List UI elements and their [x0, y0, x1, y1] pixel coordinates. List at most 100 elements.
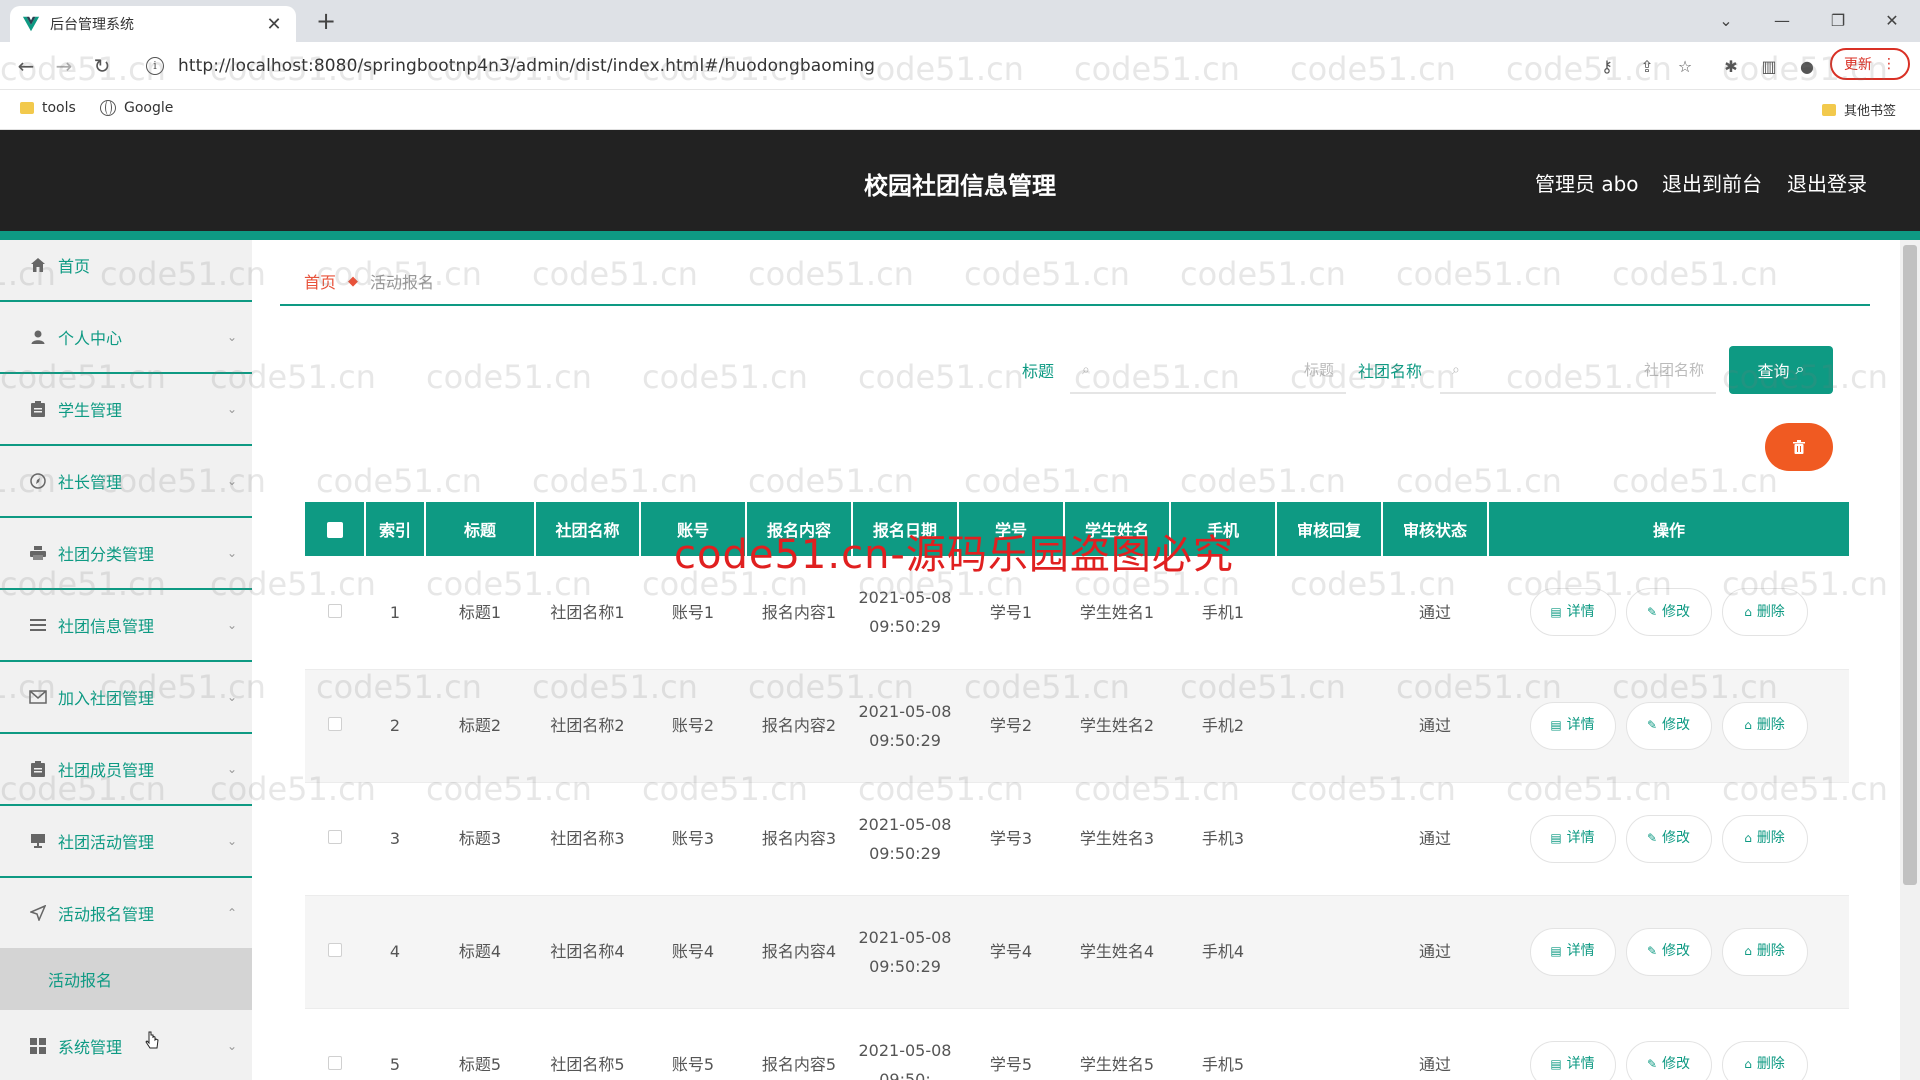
query-button[interactable]: 查询 ⌕ — [1729, 346, 1833, 394]
row-select-cell[interactable] — [305, 895, 365, 1009]
sidebar-item-personal-center[interactable]: 个人中心 ⌄ — [0, 302, 252, 374]
row-select-cell[interactable] — [305, 556, 365, 670]
row-checkbox[interactable] — [328, 943, 342, 957]
cell-content: 报名内容4 — [746, 895, 852, 1009]
row-select-cell[interactable] — [305, 669, 365, 783]
breadcrumb-separator-icon: ◆ — [348, 273, 359, 289]
row-checkbox[interactable] — [328, 717, 342, 731]
detail-button[interactable]: ▤ 详情 — [1529, 701, 1616, 750]
tab-close-icon[interactable]: ✕ — [264, 14, 284, 35]
detail-button[interactable]: ▤ 详情 — [1529, 927, 1616, 976]
sidebar-item-home[interactable]: 首页 — [0, 230, 252, 302]
row-select-cell[interactable] — [305, 1008, 365, 1080]
logout-link[interactable]: 退出登录 — [1787, 168, 1867, 197]
compass-icon — [28, 471, 48, 491]
delete-button[interactable]: ⌂ 删除 — [1721, 814, 1808, 863]
sidebar-item-system-mgmt[interactable]: 系统管理 ⌄ — [0, 1010, 252, 1080]
share-icon[interactable]: ⇪ — [1636, 56, 1658, 78]
key-icon[interactable]: ⚷ — [1596, 56, 1618, 78]
cell-index: 3 — [365, 782, 425, 896]
chevron-up-icon: ⌃ — [226, 906, 238, 920]
detail-button[interactable]: ▤ 详情 — [1529, 1040, 1616, 1080]
cell-title: 标题3 — [425, 782, 535, 896]
club-search-input[interactable] — [1467, 361, 1704, 379]
detail-icon: ▤ — [1550, 831, 1562, 845]
query-button-label: 查询 — [1757, 364, 1790, 381]
edit-icon: ✎ — [1646, 944, 1658, 958]
profile-icon[interactable]: ● — [1796, 56, 1818, 78]
side-panel-icon[interactable]: ▥ — [1758, 56, 1780, 78]
delete-button[interactable]: ⌂ 删除 — [1721, 927, 1808, 976]
reload-icon[interactable]: ↻ — [88, 52, 116, 80]
title-search-input[interactable] — [1097, 361, 1334, 379]
new-tab-button[interactable]: + — [312, 8, 340, 36]
star-icon[interactable]: ☆ — [1674, 56, 1696, 78]
url-bar[interactable]: i http://localhost:8080/springbootnp4n3/… — [136, 48, 1616, 84]
url-text[interactable]: http://localhost:8080/springbootnp4n3/ad… — [178, 56, 875, 76]
folder-icon — [1822, 103, 1836, 116]
sidebar-item-activity-signup-mgmt[interactable]: 活动报名管理 ⌃ — [0, 878, 252, 950]
forward-icon[interactable]: → — [50, 52, 78, 80]
sidebar-item-student-mgmt[interactable]: 学生管理 ⌄ — [0, 374, 252, 446]
delete-button[interactable]: ⌂ 删除 — [1721, 588, 1808, 637]
sidebar-item-club-member-mgmt[interactable]: 社团成员管理 ⌄ — [0, 734, 252, 806]
sidebar-item-join-club-mgmt[interactable]: 加入社团管理 ⌄ — [0, 662, 252, 734]
sidebar-item-president-mgmt[interactable]: 社长管理 ⌄ — [0, 446, 252, 518]
update-label: 更新 — [1844, 57, 1872, 73]
cell-club: 社团名称2 — [535, 669, 640, 783]
cell-student-name: 学生姓名2 — [1064, 669, 1170, 783]
sidebar-item-club-category-mgmt[interactable]: 社团分类管理 ⌄ — [0, 518, 252, 590]
delete-button[interactable]: ⌂ 删除 — [1721, 1040, 1808, 1080]
tab-search-icon[interactable]: ⌄ — [1706, 6, 1746, 36]
edit-button[interactable]: ✎ 修改 — [1625, 814, 1712, 863]
edit-button-label: 修改 — [1662, 943, 1691, 959]
edit-button[interactable]: ✎ 修改 — [1625, 1040, 1712, 1080]
select-all-header[interactable] — [305, 502, 366, 556]
cell-actions: ▤ 详情 ✎ 修改 ⌂ 删除 — [1488, 556, 1849, 670]
cell-student-no: 学号5 — [958, 1008, 1064, 1080]
edit-button[interactable]: ✎ 修改 — [1625, 927, 1712, 976]
minimize-icon[interactable]: — — [1762, 6, 1802, 36]
row-select-cell[interactable] — [305, 782, 365, 896]
folder-icon — [20, 102, 34, 114]
sidebar-item-club-activity-mgmt[interactable]: 社团活动管理 ⌄ — [0, 806, 252, 878]
select-all-checkbox[interactable] — [326, 522, 343, 538]
cell-reply — [1276, 556, 1382, 670]
bookmark-tools[interactable]: tools — [20, 100, 76, 116]
club-search-field[interactable]: ⌕ — [1440, 348, 1716, 394]
sidebar-item-label: 首页 — [58, 257, 91, 276]
extensions-icon[interactable]: ✱ — [1720, 56, 1742, 78]
cell-date: 2021-05-08 09:50: — [852, 1008, 958, 1080]
close-window-icon[interactable]: ✕ — [1872, 6, 1912, 36]
scrollbar-thumb[interactable] — [1903, 245, 1917, 885]
cell-reply — [1276, 669, 1382, 783]
browser-tab[interactable]: 后台管理系统 ✕ — [10, 6, 296, 42]
delete-button[interactable]: ⌂ 删除 — [1721, 701, 1808, 750]
sidebar-subitem-activity-signup[interactable]: 活动报名 — [0, 948, 252, 1010]
bookmark-google[interactable]: Google — [100, 100, 173, 116]
other-bookmarks[interactable]: 其他书签 — [1822, 100, 1896, 119]
site-info-icon[interactable]: i — [146, 57, 164, 75]
update-button[interactable]: 更新 ⋮ — [1830, 48, 1910, 80]
cell-phone: 手机2 — [1170, 669, 1276, 783]
edit-button[interactable]: ✎ 修改 — [1625, 588, 1712, 637]
cell-date: 2021-05-08 09:50:29 — [852, 895, 958, 1009]
trash-icon: ⌂ — [1744, 1057, 1752, 1071]
back-icon[interactable]: ← — [12, 52, 40, 80]
cell-reply — [1276, 1008, 1382, 1080]
sidebar-item-club-info-mgmt[interactable]: 社团信息管理 ⌄ — [0, 590, 252, 662]
clipboard-icon — [28, 399, 48, 419]
row-checkbox[interactable] — [328, 830, 342, 844]
edit-button[interactable]: ✎ 修改 — [1625, 701, 1712, 750]
row-checkbox[interactable] — [328, 603, 342, 618]
exit-to-front-link[interactable]: 退出到前台 — [1662, 168, 1762, 197]
batch-delete-button[interactable] — [1765, 423, 1833, 471]
restore-icon[interactable]: ❐ — [1818, 6, 1858, 36]
row-checkbox[interactable] — [328, 1056, 342, 1070]
detail-button[interactable]: ▤ 详情 — [1529, 814, 1616, 863]
sidebar-item-label: 社团活动管理 — [58, 833, 155, 852]
list-icon — [28, 615, 48, 635]
title-search-field[interactable]: ⌕ — [1070, 348, 1346, 394]
detail-button[interactable]: ▤ 详情 — [1529, 588, 1616, 637]
breadcrumb-home[interactable]: 首页 — [304, 269, 336, 293]
